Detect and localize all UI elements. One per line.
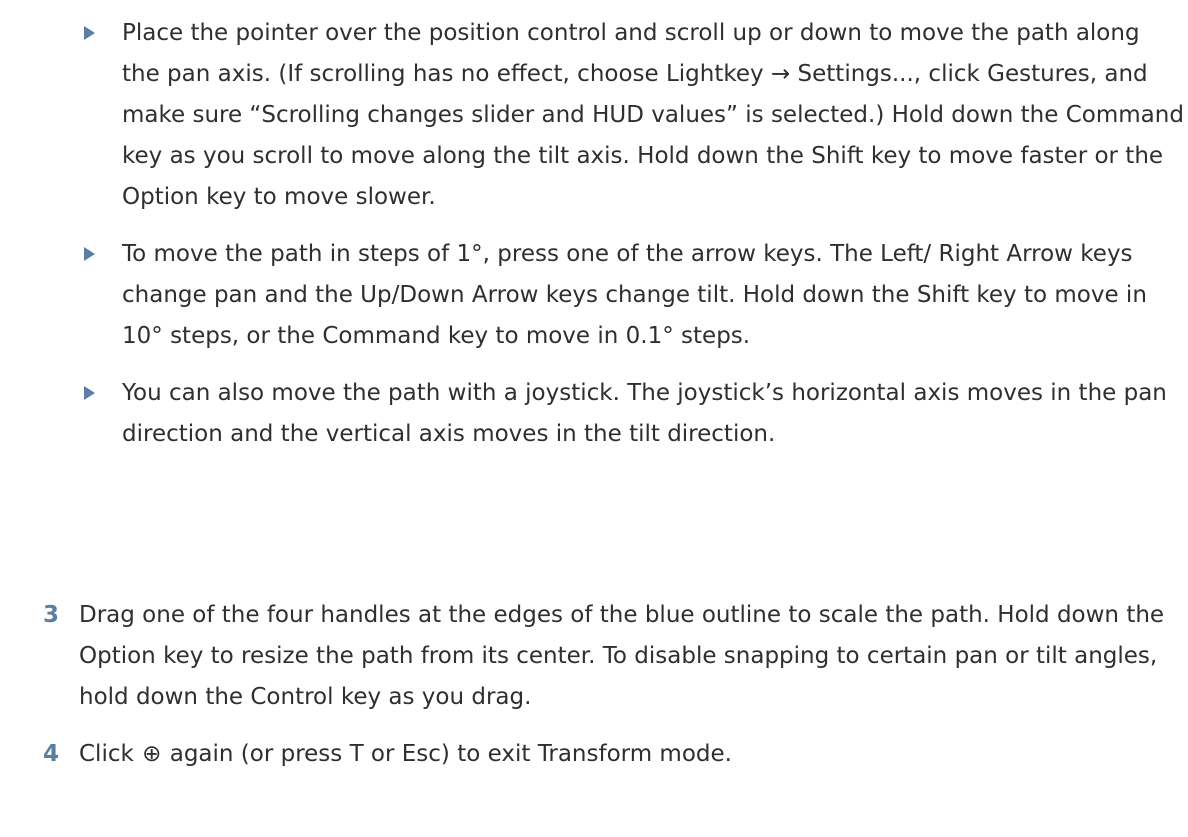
step-text: Drag one of the four handles at the edge… — [79, 602, 1165, 710]
document-page: Place the pointer over the position cont… — [0, 0, 1188, 837]
bullet-triangle-icon — [84, 247, 95, 261]
numbered-steps: 3 Drag one of the four handles at the ed… — [43, 595, 1183, 791]
bullet-item: Place the pointer over the position cont… — [84, 13, 1184, 218]
bullet-text: Place the pointer over the position cont… — [122, 20, 1184, 210]
bullet-triangle-icon — [84, 386, 95, 400]
bullet-triangle-icon — [84, 26, 95, 40]
step-item: 4 Click ⊕ again (or press T or Esc) to e… — [43, 734, 1183, 775]
bullet-text: You can also move the path with a joysti… — [122, 380, 1167, 447]
step-text-after: again (or press T or Esc) to exit Transf… — [169, 741, 732, 767]
bullet-item: To move the path in steps of 1°, press o… — [84, 234, 1184, 357]
bullet-text: To move the path in steps of 1°, press o… — [122, 241, 1147, 349]
step-number: 4 — [43, 741, 60, 767]
bullet-item: You can also move the path with a joysti… — [84, 373, 1184, 455]
step-item: 3 Drag one of the four handles at the ed… — [43, 595, 1183, 718]
step-text-before: Click — [79, 741, 134, 767]
step-number: 3 — [43, 602, 60, 628]
sub-bullet-list: Place the pointer over the position cont… — [84, 0, 1184, 471]
transform-icon: ⊕ — [142, 741, 162, 767]
